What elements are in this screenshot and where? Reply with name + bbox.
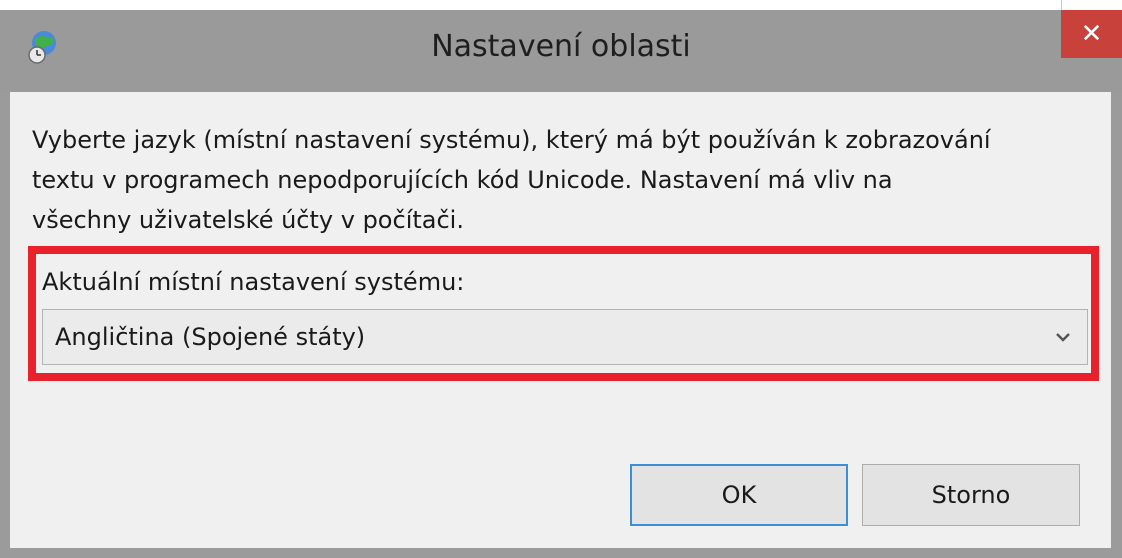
close-button[interactable]: ✕ <box>1061 10 1122 58</box>
description-text: Vyberte jazyk (místní nastavení systému)… <box>32 126 991 234</box>
chevron-down-icon <box>1056 333 1070 342</box>
dialog-body: Vyberte jazyk (místní nastavení systému)… <box>10 92 1111 548</box>
locale-selected-value: Angličtina (Spojené státy) <box>55 323 366 351</box>
cancel-button[interactable]: Storno <box>862 464 1080 526</box>
close-icon: ✕ <box>1080 19 1103 49</box>
dialog-title: Nastavení oblasti <box>431 29 691 64</box>
title-bar[interactable]: Nastavení oblasti ✕ <box>0 10 1122 92</box>
screenshot: Nastavení oblasti ✕ Vyberte jazyk (místn… <box>0 0 1122 558</box>
region-settings-dialog: Nastavení oblasti ✕ Vyberte jazyk (místn… <box>0 10 1122 558</box>
ok-button[interactable]: OK <box>630 464 848 526</box>
locale-label: Aktuální místní nastavení systému: <box>42 268 465 296</box>
locale-dropdown[interactable]: Angličtina (Spojené státy) <box>42 309 1088 365</box>
